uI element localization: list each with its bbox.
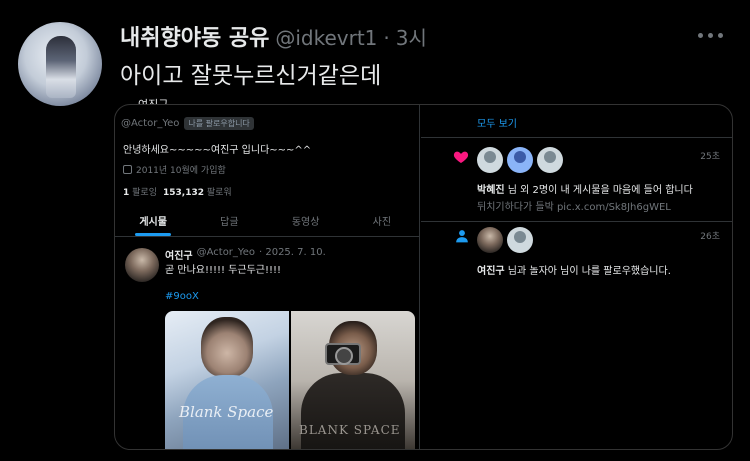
followers-count: 153,132 (162, 188, 204, 198)
profile-handle-row: @Actor_Yeo 나를 팔로우합니다 (121, 117, 254, 130)
following-stat: 1 팔로잉 (123, 185, 157, 198)
profile-panel: @Actor_Yeo 나를 팔로우합니다 안녕하세요~~~~~여진구 입니다~~… (115, 105, 420, 449)
see-all-link[interactable]: 모두 보기 (477, 115, 517, 130)
post-photo-1[interactable]: Blank Space (165, 311, 289, 449)
author-name[interactable]: 내취향야동 공유 (120, 20, 269, 52)
tabs-divider (115, 236, 420, 237)
post-avatar[interactable] (125, 248, 159, 282)
heart-icon (453, 151, 469, 163)
follow-notification-text[interactable]: 여진구 님과 놀자아 님이 나를 팔로우했습니다. (477, 262, 671, 277)
calendar-icon (123, 165, 132, 174)
author-handle[interactable]: @idkevrt1 (275, 26, 377, 50)
post-author-name[interactable]: 여진구 (165, 247, 193, 262)
post-meta: 여진구 @Actor_Yeo · 2025. 7. 10. (165, 247, 326, 262)
profile-tabs: 게시물 답글 동영상 사진 (115, 213, 420, 236)
following-count: 1 (123, 188, 130, 198)
liker-avatar-3[interactable] (537, 147, 563, 173)
notification-body: 님 외 2명이 내 게시물을 마음에 들어 합니다 (504, 185, 693, 196)
separator: · (383, 26, 390, 50)
more-icon[interactable] (698, 28, 728, 42)
post-text: 곧 만나요!!!!! 두근두근!!!! (165, 265, 282, 276)
liker-avatar-1[interactable] (477, 147, 503, 173)
like-notification-text[interactable]: 박혜진 님 외 2명이 내 게시물을 마음에 들어 합니다 (477, 181, 693, 196)
notification-body: 님과 놀자아 님이 나를 팔로우했습니다. (504, 266, 671, 277)
followers-stat: 153,132 팔로워 (163, 185, 232, 198)
photo-2-caption: BLANK SPACE (299, 423, 401, 437)
tab-photos[interactable]: 사진 (344, 213, 420, 236)
follows-you-badge: 나를 팔로우합니다 (184, 117, 254, 130)
post-author-handle[interactable]: @Actor_Yeo (197, 247, 255, 262)
post-photo-2[interactable]: BLANK SPACE (291, 311, 415, 449)
profile-bio: 안녕하세요~~~~~여진구 입니다~~~^^ (123, 145, 312, 156)
tweet-time[interactable]: 3시 (396, 22, 427, 51)
person-icon (456, 230, 468, 243)
liked-post-preview[interactable]: 뒤치기하다가 들박 pic.x.com/Sk8Jh6gWEL (477, 198, 671, 213)
tweet-header: 내취향야동 공유 @idkevrt1 · 3시 (120, 20, 427, 52)
following-label: 팔로잉 (132, 188, 157, 198)
tab-videos[interactable]: 동영상 (268, 213, 344, 236)
divider (421, 221, 732, 222)
follower-avatar-1[interactable] (477, 227, 503, 253)
notifications-panel: 모두 보기 25초 박혜진 님 외 2명이 내 게시물을 마음에 들어 합니다 … (421, 105, 732, 449)
divider (421, 137, 732, 138)
tab-replies[interactable]: 답글 (191, 213, 267, 236)
embedded-screenshot[interactable]: @Actor_Yeo 나를 팔로우합니다 안녕하세요~~~~~여진구 입니다~~… (114, 104, 733, 450)
followers-label: 팔로워 (206, 188, 232, 198)
notification-time: 26초 (700, 232, 720, 242)
liker-avatar-2[interactable] (507, 147, 533, 173)
tab-posts[interactable]: 게시물 (115, 213, 191, 236)
post-date: · 2025. 7. 10. (258, 247, 326, 258)
post-hashtag[interactable]: #9ooX (165, 291, 199, 302)
profile-joined: 2011년 10월에 가입함 (123, 163, 226, 176)
photo-1-caption: Blank Space (179, 403, 274, 421)
notification-actor: 여진구 (477, 266, 505, 277)
profile-stats: 1 팔로잉 153,132 팔로워 (123, 185, 232, 198)
notification-time: 25초 (700, 152, 720, 162)
tweet-text: 아이고 잘못누르신거같은데 (120, 63, 382, 89)
follower-avatar-2[interactable] (507, 227, 533, 253)
profile-handle: @Actor_Yeo (121, 118, 180, 129)
notification-actor: 박혜진 (477, 185, 505, 196)
joined-text: 2011년 10월에 가입함 (136, 166, 226, 176)
author-avatar[interactable] (18, 22, 102, 106)
